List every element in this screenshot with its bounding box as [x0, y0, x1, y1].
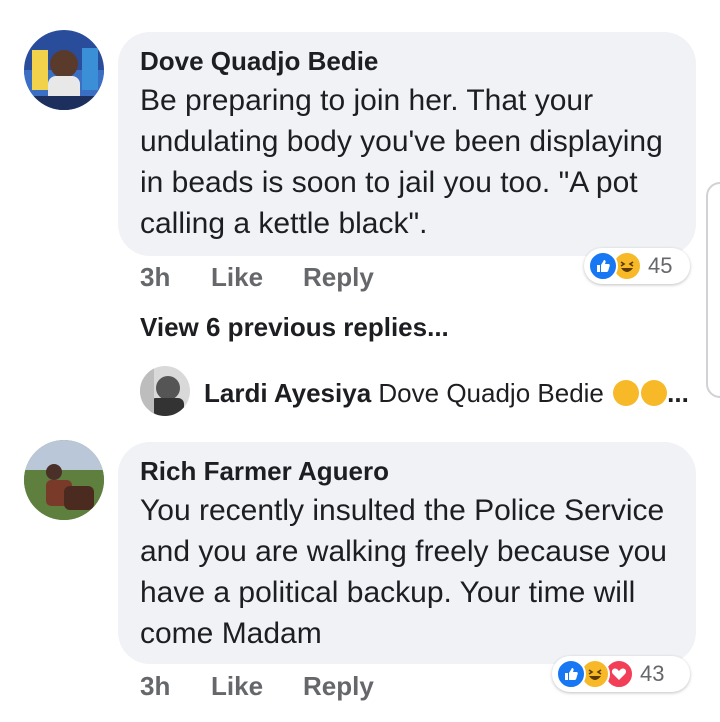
reply-author[interactable]: Lardi Ayesiya	[204, 378, 371, 408]
comment-author[interactable]: Dove Quadjo Bedie	[140, 46, 378, 76]
like-button[interactable]: Like	[211, 262, 263, 292]
comment-text: Be preparing to join her. That your undu…	[140, 84, 663, 240]
side-panel-edge	[706, 182, 720, 398]
joy-emoji-icon	[641, 380, 668, 406]
reply-button[interactable]: Reply	[303, 262, 374, 292]
comment-author[interactable]: Rich Farmer Aguero	[140, 456, 389, 486]
reaction-summary[interactable]: 45	[584, 248, 690, 284]
profile-photo	[140, 366, 190, 416]
comment-text: You recently insulted the Police Service…	[140, 494, 667, 650]
reaction-count: 43	[640, 661, 665, 686]
reply-button[interactable]: Reply	[303, 671, 374, 701]
avatar-rich-farmer-aguero[interactable]	[24, 440, 104, 520]
reply-preview[interactable]: Lardi Ayesiya Dove Quadjo Bedie ...	[204, 378, 689, 408]
comment-timestamp[interactable]: 3h	[140, 262, 170, 292]
reply-ellipsis: ...	[667, 378, 689, 408]
profile-photo	[24, 30, 104, 110]
avatar-dove-quadjo-bedie[interactable]	[24, 30, 104, 110]
reaction-count: 45	[648, 253, 673, 278]
reaction-summary[interactable]: 43	[552, 656, 690, 692]
reply-text: Dove Quadjo Bedie	[378, 378, 604, 408]
like-button[interactable]: Like	[211, 671, 263, 701]
view-previous-replies-link[interactable]: View 6 previous replies...	[140, 312, 449, 342]
like-reaction-icon	[588, 251, 618, 281]
rofl-emoji-icon	[613, 380, 640, 406]
comment-timestamp[interactable]: 3h	[140, 671, 170, 701]
like-reaction-icon	[556, 659, 586, 689]
avatar-lardi-ayesiya[interactable]	[140, 366, 190, 416]
profile-photo	[24, 440, 104, 520]
